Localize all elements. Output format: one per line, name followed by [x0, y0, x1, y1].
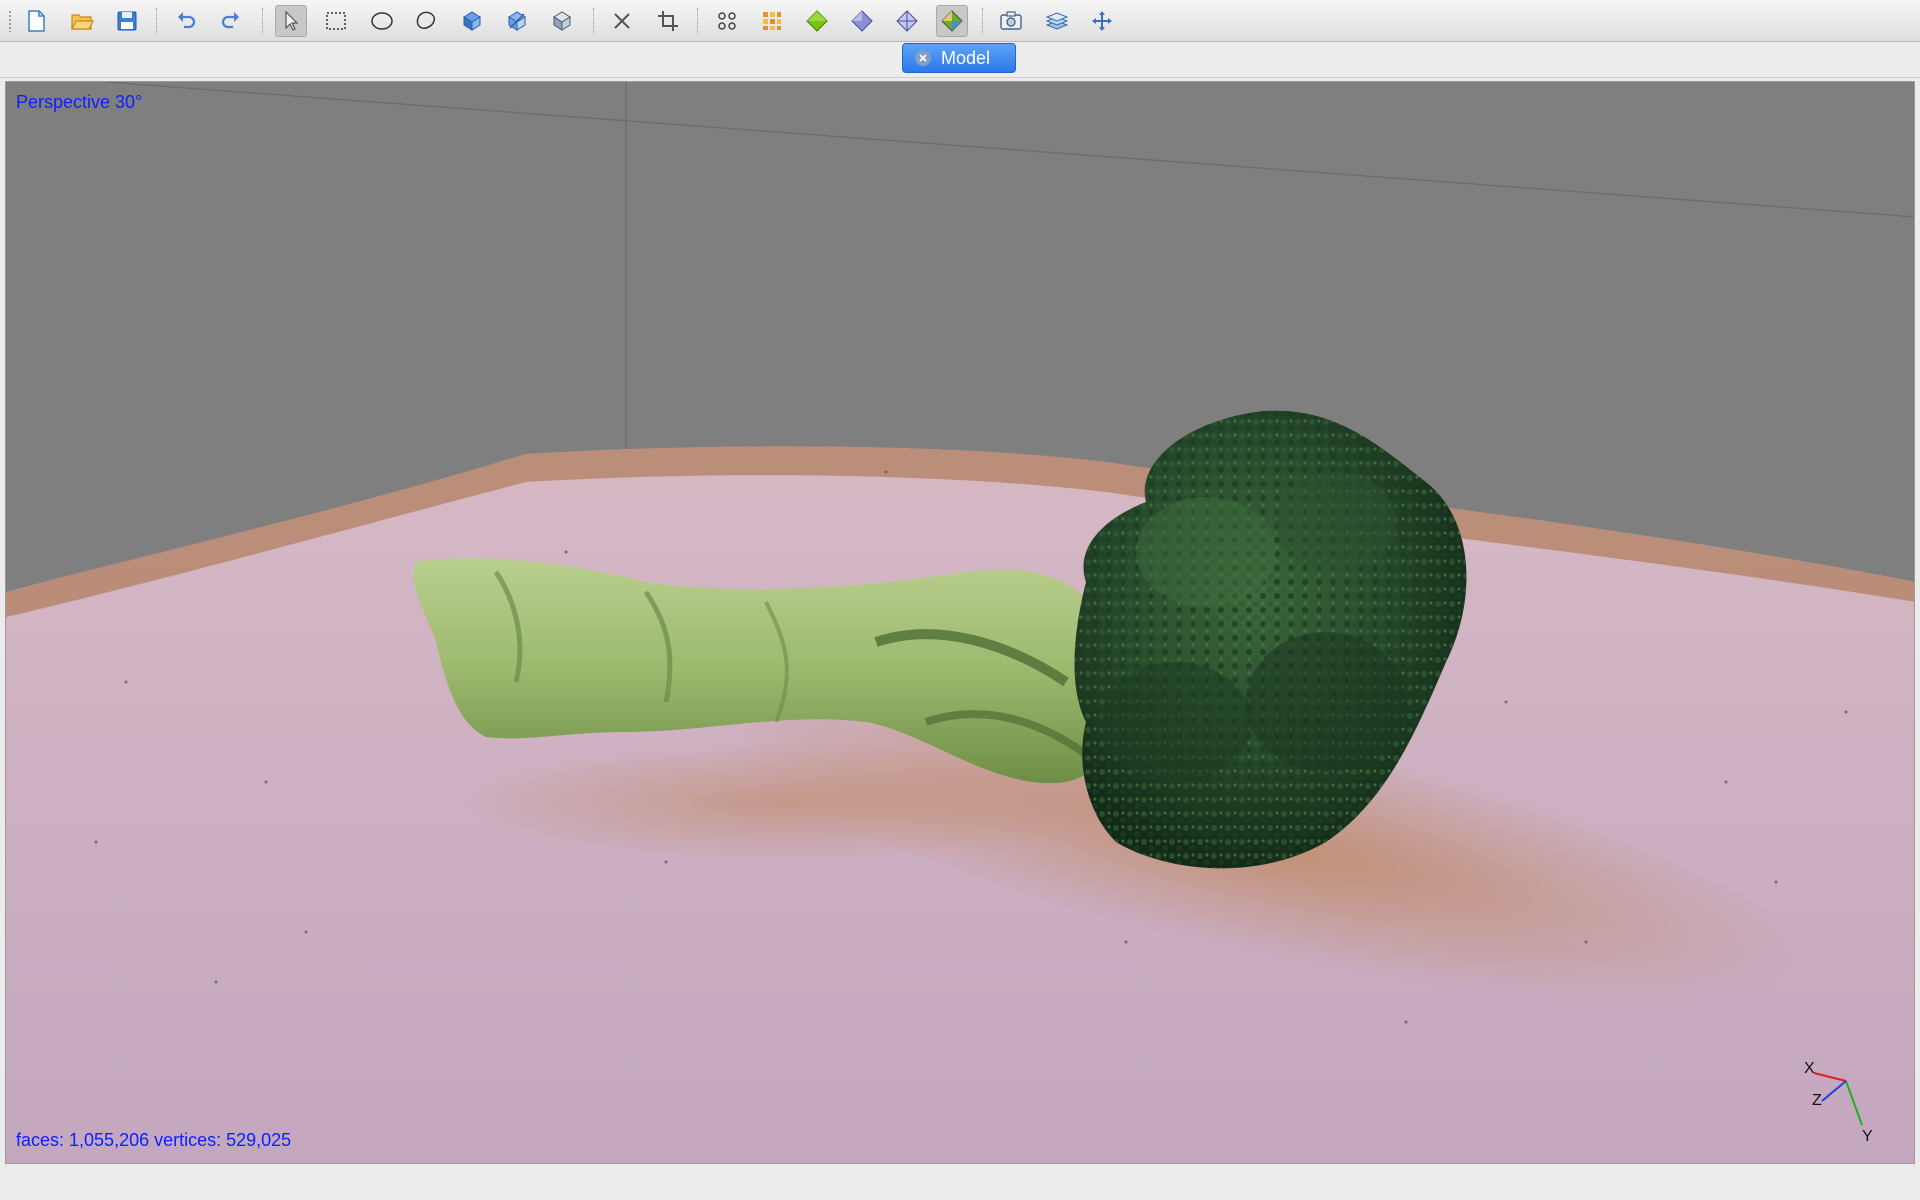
folder-open-icon — [71, 14, 94, 30]
app-window: Model Perspective 30° faces: 1,055,206 v… — [0, 0, 1920, 1200]
select-through-button[interactable] — [456, 5, 488, 37]
axis-y-label: Y — [1862, 1128, 1873, 1145]
floppy-disk-icon — [117, 11, 137, 31]
layers-button[interactable] — [1041, 5, 1073, 37]
shade-wireframe-button[interactable] — [891, 5, 923, 37]
toolbar-separator — [593, 8, 595, 34]
rectangle-select-button[interactable] — [320, 5, 352, 37]
points-grid-icon — [718, 12, 736, 30]
select-through-icon — [463, 11, 481, 31]
toolbar-separator — [697, 8, 699, 34]
document-tab-strip: Model — [0, 43, 1920, 78]
pointer-icon — [285, 10, 299, 31]
ellipse-select-button[interactable] — [366, 5, 398, 37]
shade-textured-button[interactable] — [936, 5, 968, 37]
new-file-icon — [28, 10, 45, 32]
toolbar-grip[interactable] — [8, 10, 12, 32]
tab-label: Model — [941, 47, 991, 68]
view-points-button[interactable] — [711, 5, 743, 37]
connected-selection-icon — [553, 11, 571, 31]
axis-x-line — [1813, 1072, 1847, 1082]
rectangle-select-icon — [326, 12, 346, 30]
axis-y-line — [1845, 1080, 1863, 1126]
axis-x-label: X — [1804, 1060, 1815, 1077]
undo-icon — [178, 12, 196, 29]
toolbar-separator — [262, 8, 264, 34]
close-icon[interactable] — [915, 50, 931, 66]
axis-z-line — [1821, 1080, 1847, 1102]
lasso-select-button[interactable] — [411, 5, 443, 37]
toolbar-separator — [156, 8, 158, 34]
3d-viewport[interactable]: Perspective 30° faces: 1,055,206 vertice… — [5, 81, 1915, 1164]
crop-icon — [658, 11, 678, 31]
crop-button[interactable] — [652, 5, 684, 37]
delete-button[interactable] — [606, 5, 638, 37]
layers-icon — [1045, 12, 1069, 30]
save-file-button[interactable] — [111, 5, 143, 37]
textured-shaded-icon — [941, 10, 963, 32]
axis-orientation-gizmo: X Y Z — [1804, 1060, 1873, 1145]
lasso-select-icon — [416, 11, 436, 29]
status-bar — [0, 1166, 1920, 1200]
view-texture-button[interactable] — [756, 5, 788, 37]
redo-button[interactable] — [215, 5, 247, 37]
select-tool-button[interactable] — [275, 5, 307, 37]
tab-model[interactable]: Model — [902, 43, 1016, 73]
delete-x-icon — [614, 13, 630, 29]
shade-green-button[interactable] — [801, 5, 833, 37]
navigate-button[interactable] — [1086, 5, 1118, 37]
toolbar-separator — [982, 8, 984, 34]
connected-selection-button[interactable] — [546, 5, 578, 37]
open-file-button[interactable] — [66, 5, 98, 37]
undo-button[interactable] — [170, 5, 202, 37]
solid-shaded-icon — [851, 10, 873, 32]
new-file-button[interactable] — [20, 5, 52, 37]
main-toolbar — [0, 0, 1920, 42]
scene-render — [6, 82, 1914, 1163]
texture-grid-icon — [763, 12, 781, 30]
camera-icon — [1000, 11, 1022, 30]
projection-label: Perspective 30° — [16, 92, 143, 112]
ellipse-select-icon — [371, 12, 393, 30]
wireframe-icon — [896, 10, 918, 32]
screenshot-button[interactable] — [995, 5, 1027, 37]
redo-icon — [221, 12, 239, 29]
move-arrows-icon — [1092, 11, 1112, 31]
invert-selection-button[interactable] — [501, 5, 533, 37]
shade-solid-button[interactable] — [846, 5, 878, 37]
invert-selection-icon — [508, 11, 526, 31]
mesh-stats-label: faces: 1,055,206 vertices: 529,025 — [16, 1130, 292, 1150]
axis-z-label: Z — [1812, 1092, 1822, 1109]
green-shaded-icon — [806, 10, 828, 32]
